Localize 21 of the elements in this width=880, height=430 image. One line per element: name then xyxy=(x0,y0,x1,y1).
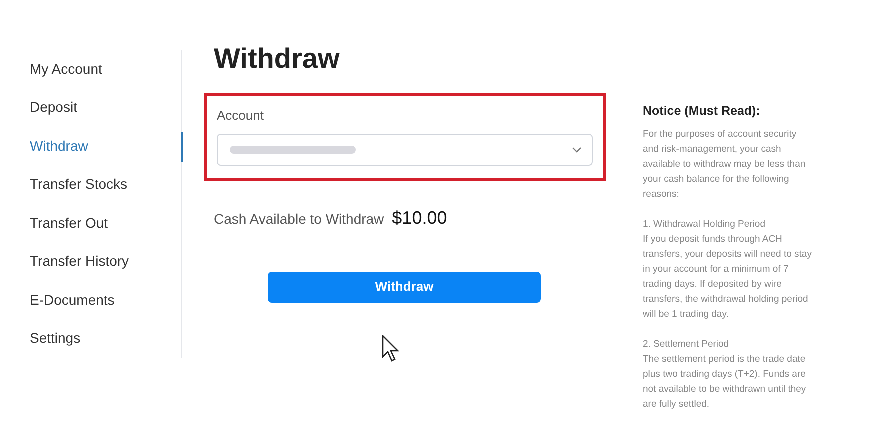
cash-amount: $10.00 xyxy=(392,206,448,230)
sidebar-item[interactable]: Deposit xyxy=(30,97,78,118)
sidebar-item[interactable]: Transfer History xyxy=(30,251,130,272)
field-label: Account xyxy=(217,107,264,125)
sidebar-item[interactable]: E-Documents xyxy=(30,290,115,311)
sidebar-item[interactable]: Settings xyxy=(30,328,81,350)
withdraw-button[interactable]: Withdraw xyxy=(268,272,541,302)
sidebar-item[interactable]: Transfer Stocks xyxy=(30,174,128,196)
cash-label: Cash Available to Withdraw xyxy=(214,210,384,228)
notice-paragraph: 1. Withdrawal Holding Period If you deposit funds through ACH transfers, your deposits will need to stay in your account for a minimum of 7 trading days. If deposited by wire transfers, the withdrawal holding period will be 1 trading day. xyxy=(643,218,813,322)
sidebar-item[interactable]: My Account xyxy=(30,58,102,80)
account-select[interactable] xyxy=(217,134,593,166)
cursor-icon xyxy=(381,335,401,363)
sidebar-item[interactable]: Withdraw xyxy=(30,136,88,157)
blurred-value-icon xyxy=(228,144,358,156)
notice-paragraph: 2. Settlement Period The settlement period is the trade date plus two trading days (T+2). Funds are not available to be withdrawn until they are fully settled. xyxy=(643,338,808,412)
page-title: Withdraw xyxy=(214,44,340,74)
notice-title: Notice (Must Read): xyxy=(643,103,760,120)
chevron-down-icon xyxy=(572,146,582,152)
notice-paragraph: For the purposes of account security and risk-management, your cash available to withdraw may be less than your cash balance for the following reasons: xyxy=(643,128,807,202)
sidebar-item[interactable]: Transfer Out xyxy=(30,212,108,234)
